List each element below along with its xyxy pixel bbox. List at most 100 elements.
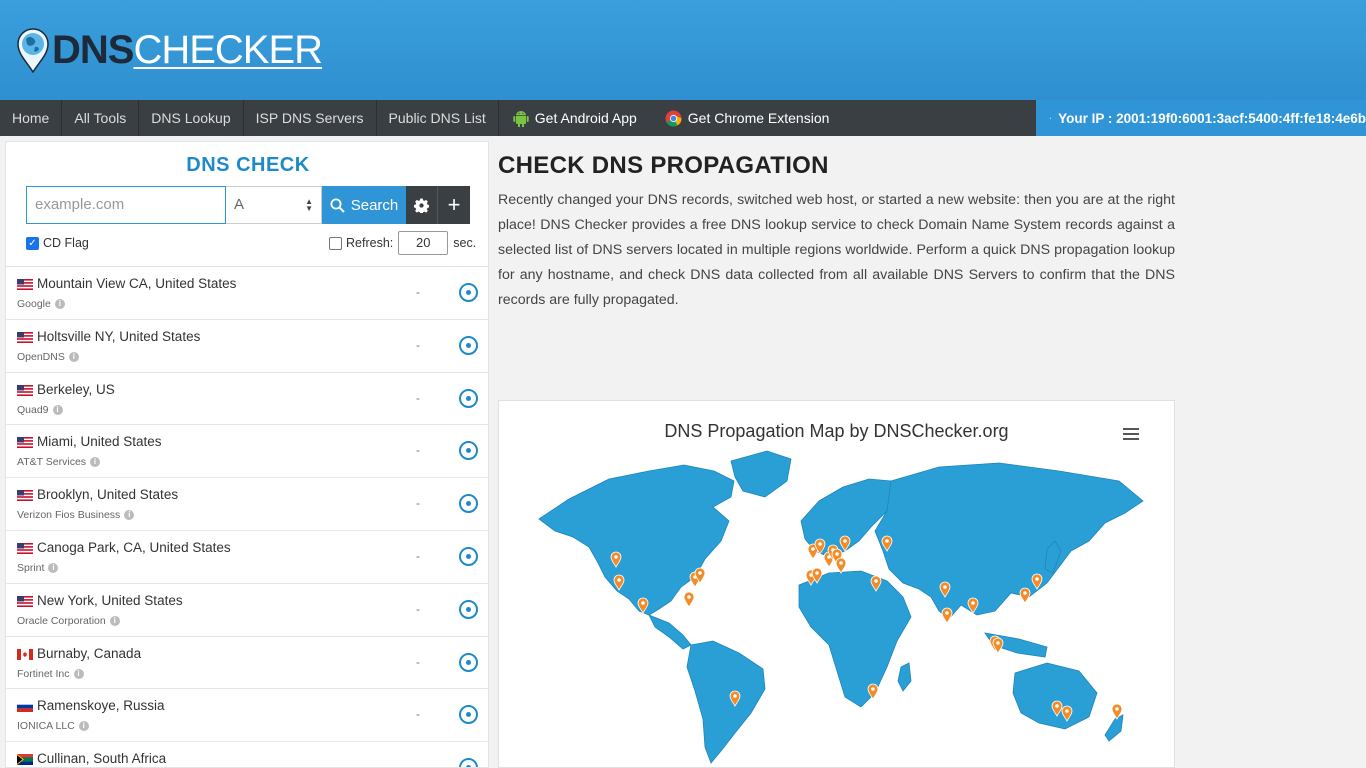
server-provider-name: Google bbox=[17, 298, 51, 310]
map-title: DNS Propagation Map by DNSChecker.org bbox=[664, 421, 1009, 441]
server-location: Miami, United States bbox=[37, 434, 162, 450]
logo-dns-text: DNS bbox=[52, 28, 134, 72]
nav-dns-lookup[interactable]: DNS Lookup bbox=[139, 100, 244, 136]
server-marker-icon[interactable] bbox=[683, 591, 695, 608]
server-location: Mountain View CA, United States bbox=[37, 276, 237, 291]
server-marker-icon[interactable] bbox=[1019, 587, 1031, 604]
server-result: - bbox=[416, 601, 420, 616]
chrome-icon bbox=[665, 110, 682, 126]
server-row: Holtsville NY, United States OpenDNS i - bbox=[6, 320, 488, 373]
status-target-icon[interactable] bbox=[459, 335, 478, 355]
main-nav: Home All Tools DNS Lookup ISP DNS Server… bbox=[0, 100, 1366, 136]
info-icon[interactable]: i bbox=[48, 562, 59, 573]
dns-check-panel: DNS CHECK example.com A ▲ ▼ Search + ✓ CD… bbox=[5, 141, 489, 768]
server-location: Canoga Park, CA, United States bbox=[37, 539, 231, 555]
server-location: Cullinan, South Africa bbox=[37, 751, 167, 767]
nav-chrome-extension[interactable]: Get Chrome Extension bbox=[651, 100, 844, 136]
status-target-icon[interactable] bbox=[459, 546, 478, 566]
world-map bbox=[538, 450, 1144, 764]
status-target-icon[interactable] bbox=[459, 441, 478, 461]
us-flag-icon bbox=[17, 279, 33, 290]
server-row: Miami, United States AT&T Services i - bbox=[6, 425, 488, 479]
server-result: - bbox=[416, 443, 420, 458]
page-title: CHECK DNS PROPAGATION bbox=[498, 152, 829, 179]
server-result: - bbox=[416, 654, 420, 669]
site-header: DNS CHECKER bbox=[0, 0, 1366, 100]
server-location: Ramenskoye, Russia bbox=[37, 698, 165, 714]
server-provider-name: AT&T Services bbox=[17, 456, 87, 469]
server-provider-name: Sprint bbox=[17, 561, 45, 574]
info-icon[interactable]: i bbox=[109, 615, 120, 626]
server-location: Brooklyn, United States bbox=[37, 487, 179, 503]
server-provider-name: Quad9 bbox=[17, 403, 49, 416]
search-button[interactable]: Search bbox=[322, 186, 406, 224]
status-target-icon[interactable] bbox=[459, 758, 478, 767]
cd-flag-checkbox[interactable]: ✓ bbox=[26, 236, 39, 250]
info-icon[interactable]: i bbox=[54, 299, 65, 309]
server-location: Holtsville NY, United States bbox=[37, 328, 201, 344]
server-result: - bbox=[416, 548, 420, 563]
nav-all-tools[interactable]: All Tools bbox=[62, 100, 140, 136]
server-result: - bbox=[416, 707, 420, 722]
server-list: Mountain View CA, United States Google i - H… bbox=[6, 266, 488, 767]
server-provider-name: IONICA LLC bbox=[17, 720, 75, 733]
select-arrows-icon: ▲ ▼ bbox=[305, 197, 313, 213]
globe-pin-icon bbox=[17, 28, 49, 73]
us-flag-icon bbox=[17, 437, 33, 449]
refresh-option: Refresh: 20 sec. bbox=[329, 231, 476, 255]
info-icon[interactable]: i bbox=[73, 668, 84, 679]
info-icon[interactable]: i bbox=[90, 457, 101, 468]
refresh-checkbox[interactable] bbox=[329, 236, 342, 250]
domain-input[interactable]: example.com bbox=[26, 186, 226, 224]
server-row: Burnaby, Canada Fortinet Inc i - bbox=[6, 637, 488, 690]
info-icon[interactable]: i bbox=[68, 351, 79, 362]
us-flag-icon bbox=[17, 490, 33, 502]
refresh-seconds-input[interactable]: 20 bbox=[398, 231, 449, 255]
status-target-icon[interactable] bbox=[459, 494, 478, 514]
us-flag-icon bbox=[17, 331, 33, 343]
page-description: Recently changed your DNS records, switc… bbox=[498, 192, 1175, 308]
status-target-icon[interactable] bbox=[459, 705, 478, 725]
status-target-icon[interactable] bbox=[459, 599, 478, 619]
server-provider: OpenDNS i bbox=[17, 351, 79, 363]
us-flag-icon bbox=[17, 542, 33, 554]
info-icon[interactable]: i bbox=[124, 510, 135, 521]
plus-icon: + bbox=[447, 192, 461, 217]
server-row: Berkeley, US Quad9 i - bbox=[6, 373, 488, 426]
info-icon[interactable]: i bbox=[78, 721, 89, 732]
server-provider-name: Oracle Corporation bbox=[17, 614, 106, 627]
record-type-select[interactable]: A ▲ ▼ bbox=[226, 186, 322, 224]
nav-isp-dns-servers[interactable]: ISP DNS Servers bbox=[244, 100, 377, 136]
server-row: Ramenskoye, Russia IONICA LLC i - bbox=[6, 689, 488, 743]
info-icon[interactable]: i bbox=[52, 404, 63, 415]
status-target-icon[interactable] bbox=[459, 388, 478, 408]
server-provider: Sprint i bbox=[17, 561, 59, 574]
server-marker-icon[interactable] bbox=[941, 607, 953, 624]
server-provider: AT&T Services i bbox=[17, 456, 101, 469]
server-row: Brooklyn, United States Verizon Fios Busi… bbox=[6, 478, 488, 531]
chart-menu-icon[interactable] bbox=[1123, 428, 1139, 442]
map-pin-icon bbox=[1050, 117, 1052, 119]
nav-home[interactable]: Home bbox=[0, 100, 63, 136]
server-marker-icon[interactable] bbox=[835, 557, 847, 574]
server-provider: Quad9 i bbox=[17, 404, 63, 416]
server-row: Cullinan, South Africa bbox=[6, 742, 488, 767]
server-location: New York, United States bbox=[37, 592, 183, 608]
gear-icon bbox=[414, 197, 429, 213]
server-location: Burnaby, Canada bbox=[37, 645, 142, 661]
cd-flag-option[interactable]: ✓ CD Flag bbox=[26, 236, 89, 250]
settings-button[interactable] bbox=[406, 186, 438, 224]
server-result: - bbox=[416, 496, 420, 511]
nav-public-dns-list[interactable]: Public DNS List bbox=[377, 100, 499, 136]
add-server-button[interactable]: + bbox=[438, 186, 470, 224]
south-africa-flag-icon bbox=[17, 754, 33, 766]
dns-check-title: DNS CHECK bbox=[186, 154, 310, 176]
your-ip-box[interactable]: Your IP : 2001:19f0:6001:3acf:5400:4ff:f… bbox=[1036, 100, 1366, 136]
server-provider-name: Fortinet Inc bbox=[17, 667, 70, 680]
status-target-icon[interactable] bbox=[459, 652, 478, 672]
russia-flag-icon bbox=[17, 701, 33, 713]
status-target-icon[interactable] bbox=[459, 283, 478, 302]
world-map-land bbox=[538, 450, 1144, 764]
nav-android-app[interactable]: Get Android App bbox=[499, 100, 651, 136]
site-logo[interactable]: DNS CHECKER bbox=[16, 24, 323, 76]
